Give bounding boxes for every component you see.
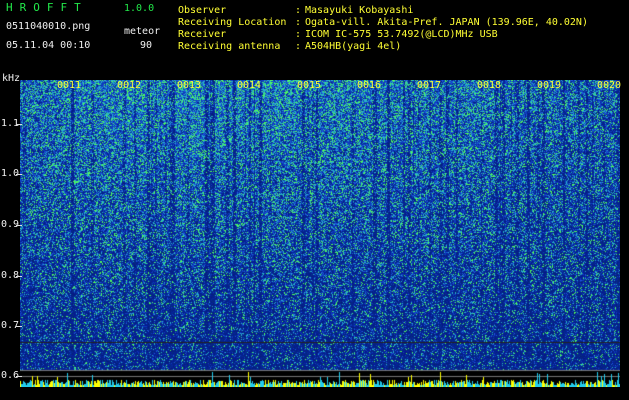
- time-tick-label: 0020: [597, 80, 622, 91]
- separator: :: [295, 29, 302, 40]
- time-tick-label: 0018: [477, 80, 502, 91]
- time-tick-label: 0014: [237, 80, 262, 91]
- antenna-label: Receiving antenna: [178, 41, 281, 52]
- separator: :: [295, 17, 302, 28]
- file-name: 0511040010.png: [6, 21, 91, 32]
- frequency-tick-mark: [16, 276, 22, 277]
- spectrogram: [20, 80, 620, 387]
- frequency-unit-label: kHz: [2, 73, 21, 84]
- time-tick-label: 0016: [357, 80, 382, 91]
- frequency-tick-mark: [16, 376, 22, 377]
- mode-label: meteor: [124, 26, 161, 37]
- date-time: 05.11.04 00:10: [6, 40, 91, 51]
- app-version: 1.0.0: [124, 3, 155, 14]
- observer-label: Observer: [178, 5, 227, 16]
- time-tick-label: 0015: [297, 80, 322, 91]
- location-value: Ogata-vill. Akita-Pref. JAPAN (139.96E, …: [305, 17, 588, 28]
- frequency-tick-mark: [16, 326, 22, 327]
- frequency-tick-mark: [16, 124, 22, 125]
- separator: :: [295, 5, 302, 16]
- observer-value: Masayuki Kobayashi: [305, 5, 414, 16]
- time-tick-label: 0013: [177, 80, 202, 91]
- time-tick-label: 0017: [417, 80, 442, 91]
- antenna-value: A504HB(yagi 4el): [305, 41, 402, 52]
- receiver-value: ICOM IC-575 53.7492(@LCD)MHz USB: [305, 29, 498, 40]
- frequency-tick-mark: [16, 174, 22, 175]
- count-value: 90: [140, 40, 153, 51]
- time-tick-label: 0011: [57, 80, 82, 91]
- app-title: HROFFT: [6, 1, 88, 14]
- time-tick-label: 0019: [537, 80, 562, 91]
- location-label: Receiving Location: [178, 17, 287, 28]
- frequency-tick-mark: [16, 225, 22, 226]
- receiver-label: Receiver: [178, 29, 227, 40]
- time-tick-label: 0012: [117, 80, 142, 91]
- separator: :: [295, 41, 302, 52]
